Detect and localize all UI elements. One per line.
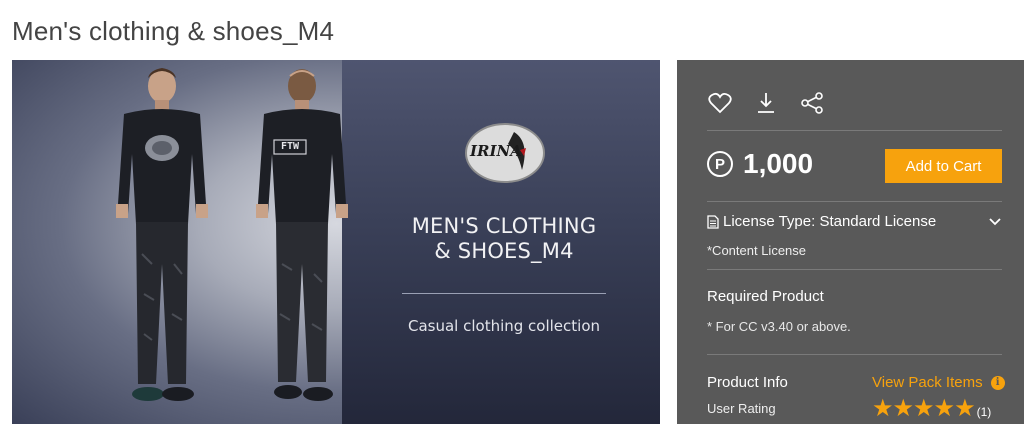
view-pack-items-link[interactable]: View Pack Items i [872, 374, 1005, 391]
model-front-figure [92, 64, 232, 414]
irina-logo-text: IRINA [470, 142, 522, 160]
star-icon: ★ [913, 395, 935, 422]
banner-subtitle: Casual clothing collection [407, 317, 601, 335]
user-rating-stars: ★ ★ ★ ★ ★ (1) [872, 397, 991, 421]
heart-icon[interactable] [707, 90, 733, 116]
license-type-label: License Type: Standard License [723, 213, 937, 230]
chevron-down-icon[interactable] [988, 217, 1002, 227]
banner-divider [402, 293, 606, 294]
banner-heading-line2: & SHOES_M4 [434, 239, 574, 263]
view-pack-items-label: View Pack Items [872, 374, 983, 391]
required-product-title: Required Product [707, 288, 824, 305]
user-rating-label: User Rating [707, 401, 776, 416]
purchase-panel: P 1,000 Add to Cart License Type: Standa… [677, 60, 1024, 424]
product-info-title: Product Info [707, 374, 788, 391]
required-product-note: * For CC v3.40 or above. [707, 319, 851, 334]
banner-heading-line1: MEN'S CLOTHING [411, 214, 597, 238]
license-type-row[interactable]: License Type: Standard License [707, 213, 1002, 230]
star-icon: ★ [933, 395, 956, 422]
action-icons [707, 90, 825, 116]
download-icon[interactable] [753, 90, 779, 116]
price-block: P 1,000 [707, 148, 813, 180]
add-to-cart-button[interactable]: Add to Cart [885, 149, 1002, 183]
model-back-figure: FTW [242, 64, 362, 414]
points-currency-icon: P [707, 151, 733, 177]
share-icon[interactable] [799, 90, 825, 116]
info-icon[interactable]: i [990, 375, 1005, 390]
license-note: *Content License [707, 243, 807, 258]
price-value: 1,000 [743, 148, 814, 179]
product-banner[interactable]: FTW IRINA MEN'S CLOTHING & SHOES_M4 Casu… [12, 60, 660, 424]
banner-heading: MEN'S CLOTHING & SHOES_M4 [384, 214, 624, 264]
panel-divider [707, 201, 1002, 202]
panel-divider [707, 130, 1002, 131]
rating-count: (1) [976, 405, 992, 419]
page-title: Men's clothing & shoes_M4 [12, 16, 335, 46]
star-icon: ★ [872, 395, 894, 422]
panel-divider [707, 269, 1002, 270]
star-icon: ★ [892, 395, 915, 422]
irina-logo: IRINA [464, 122, 546, 184]
star-icon: ★ [954, 395, 976, 422]
document-icon [707, 214, 719, 229]
panel-divider [707, 354, 1002, 355]
back-shirt-print: FTW [280, 141, 300, 152]
